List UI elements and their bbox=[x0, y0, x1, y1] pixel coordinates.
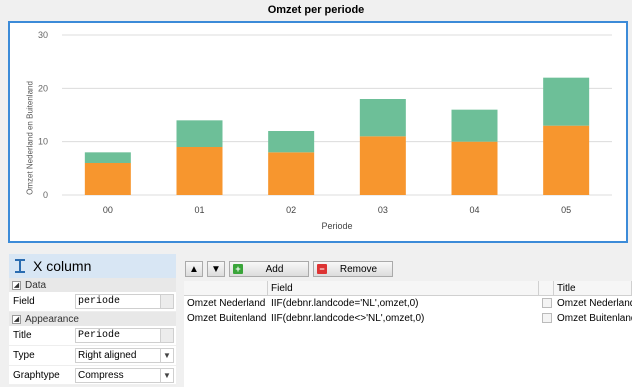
add-button[interactable]: + Add bbox=[229, 261, 309, 277]
section-appearance-label: Appearance bbox=[25, 313, 79, 325]
graphtype-select[interactable]: Compress ▼ bbox=[75, 368, 174, 383]
bar-buitenland-04 bbox=[451, 109, 498, 142]
prop-field: Field periode bbox=[9, 292, 176, 312]
arrow-down-icon: ▼ bbox=[211, 263, 221, 275]
chart-title: Omzet per periode bbox=[267, 4, 365, 16]
table-row[interactable]: Omzet Buitenland IIF(debnr.landcode<>'NL… bbox=[184, 311, 632, 326]
row-title[interactable]: Omzet Buitenland bbox=[554, 311, 632, 326]
bar-nederland-02 bbox=[268, 152, 315, 195]
bar-buitenland-01 bbox=[176, 120, 223, 147]
bar-buitenland-05 bbox=[543, 77, 590, 126]
header-title[interactable]: Title bbox=[554, 281, 632, 296]
arrow-up-icon: ▲ bbox=[189, 263, 199, 275]
grid-header: Field Title bbox=[184, 281, 632, 296]
bar-nederland-00 bbox=[84, 163, 131, 195]
row-name: Omzet Buitenland bbox=[187, 313, 267, 324]
series-grid: Field Title Omzet Nederland IIF(debnr.la… bbox=[184, 281, 632, 387]
type-select[interactable]: Right aligned ▼ bbox=[75, 348, 174, 363]
chevron-down-icon[interactable]: ▼ bbox=[160, 349, 173, 362]
x-tick-label: 02 bbox=[286, 205, 296, 215]
column-icon bbox=[15, 259, 25, 273]
chart-area: 0 10 20 30 00 01 02 03 04 05 Periode Omzet Nederla… bbox=[8, 21, 628, 243]
field-value: periode bbox=[78, 296, 121, 307]
prop-graphtype: Graphtype Compress ▼ bbox=[9, 366, 176, 386]
bar-buitenland-03 bbox=[359, 99, 406, 137]
title-value: Periode bbox=[78, 330, 121, 341]
row-field[interactable]: IIF(debnr.landcode='NL',omzet,0) bbox=[268, 296, 539, 311]
header-check[interactable] bbox=[539, 281, 554, 296]
x-column-panel: X column ◢ Data Field periode ◢ Appearan… bbox=[9, 254, 176, 386]
field-browse-button[interactable] bbox=[160, 295, 173, 308]
chevron-down-icon[interactable]: ▼ bbox=[160, 369, 173, 382]
x-tick-label: 05 bbox=[561, 205, 571, 215]
row-checkbox[interactable] bbox=[542, 298, 552, 308]
series-toolbar: ▲ ▼ + Add − Remove bbox=[185, 261, 393, 279]
row-checkbox-cell[interactable] bbox=[539, 311, 554, 326]
x-tick-label: 00 bbox=[103, 205, 113, 215]
y-tick-label: 30 bbox=[38, 30, 48, 40]
bar-nederland-05 bbox=[543, 125, 590, 195]
prop-title-label: Title bbox=[13, 330, 32, 341]
row-title[interactable]: Omzet Nederland bbox=[554, 296, 632, 311]
row-name: Omzet Nederland bbox=[187, 298, 266, 309]
header-name[interactable] bbox=[184, 281, 268, 296]
y-tick-label: 20 bbox=[38, 83, 48, 93]
graphtype-value: Compress bbox=[78, 370, 124, 381]
x-tick-label: 01 bbox=[194, 205, 204, 215]
y-tick-label: 10 bbox=[38, 137, 48, 147]
prop-type: Type Right aligned ▼ bbox=[9, 346, 176, 366]
bar-buitenland-02 bbox=[268, 131, 315, 153]
field-input[interactable]: periode bbox=[75, 294, 174, 309]
bar-buitenland-00 bbox=[84, 152, 131, 163]
x-tick-label: 03 bbox=[378, 205, 388, 215]
add-label: Add bbox=[265, 263, 284, 275]
move-up-button[interactable]: ▲ bbox=[185, 261, 203, 277]
title-input[interactable]: Periode bbox=[75, 328, 174, 343]
header-field[interactable]: Field bbox=[268, 281, 539, 296]
x-axis-label: Periode bbox=[321, 221, 352, 231]
prop-field-label: Field bbox=[13, 296, 35, 307]
prop-type-label: Type bbox=[13, 350, 35, 361]
row-checkbox-cell[interactable] bbox=[539, 296, 554, 311]
type-value: Right aligned bbox=[78, 350, 137, 361]
section-data-label: Data bbox=[25, 279, 47, 291]
bar-nederland-03 bbox=[359, 136, 406, 195]
row-checkbox[interactable] bbox=[542, 313, 552, 323]
stacked-bar-chart: 0 10 20 30 00 01 02 03 04 05 Periode bbox=[38, 30, 612, 231]
section-data[interactable]: ◢ Data bbox=[9, 278, 176, 292]
plus-icon: + bbox=[233, 264, 243, 274]
section-appearance[interactable]: ◢ Appearance bbox=[9, 312, 176, 326]
collapse-icon[interactable]: ◢ bbox=[12, 280, 21, 290]
prop-title: Title Periode bbox=[9, 326, 176, 346]
panel-header: X column bbox=[9, 254, 176, 278]
move-down-button[interactable]: ▼ bbox=[207, 261, 225, 277]
panel-title: X column bbox=[33, 258, 92, 274]
table-row[interactable]: Omzet Nederland IIF(debnr.landcode='NL',… bbox=[184, 296, 632, 311]
row-field[interactable]: IIF(debnr.landcode<>'NL',omzet,0) bbox=[268, 311, 539, 326]
bar-nederland-04 bbox=[451, 141, 498, 195]
remove-button[interactable]: − Remove bbox=[313, 261, 393, 277]
y-tick-label: 0 bbox=[43, 190, 48, 200]
x-tick-label: 04 bbox=[469, 205, 479, 215]
bar-nederland-01 bbox=[176, 147, 223, 195]
title-browse-button[interactable] bbox=[160, 329, 173, 342]
collapse-icon[interactable]: ◢ bbox=[12, 314, 21, 324]
remove-label: Remove bbox=[339, 263, 378, 275]
y-axis-label: Omzet Nederland en Buitenland bbox=[25, 81, 35, 195]
minus-icon: − bbox=[317, 264, 327, 274]
prop-graphtype-label: Graphtype bbox=[13, 370, 60, 381]
